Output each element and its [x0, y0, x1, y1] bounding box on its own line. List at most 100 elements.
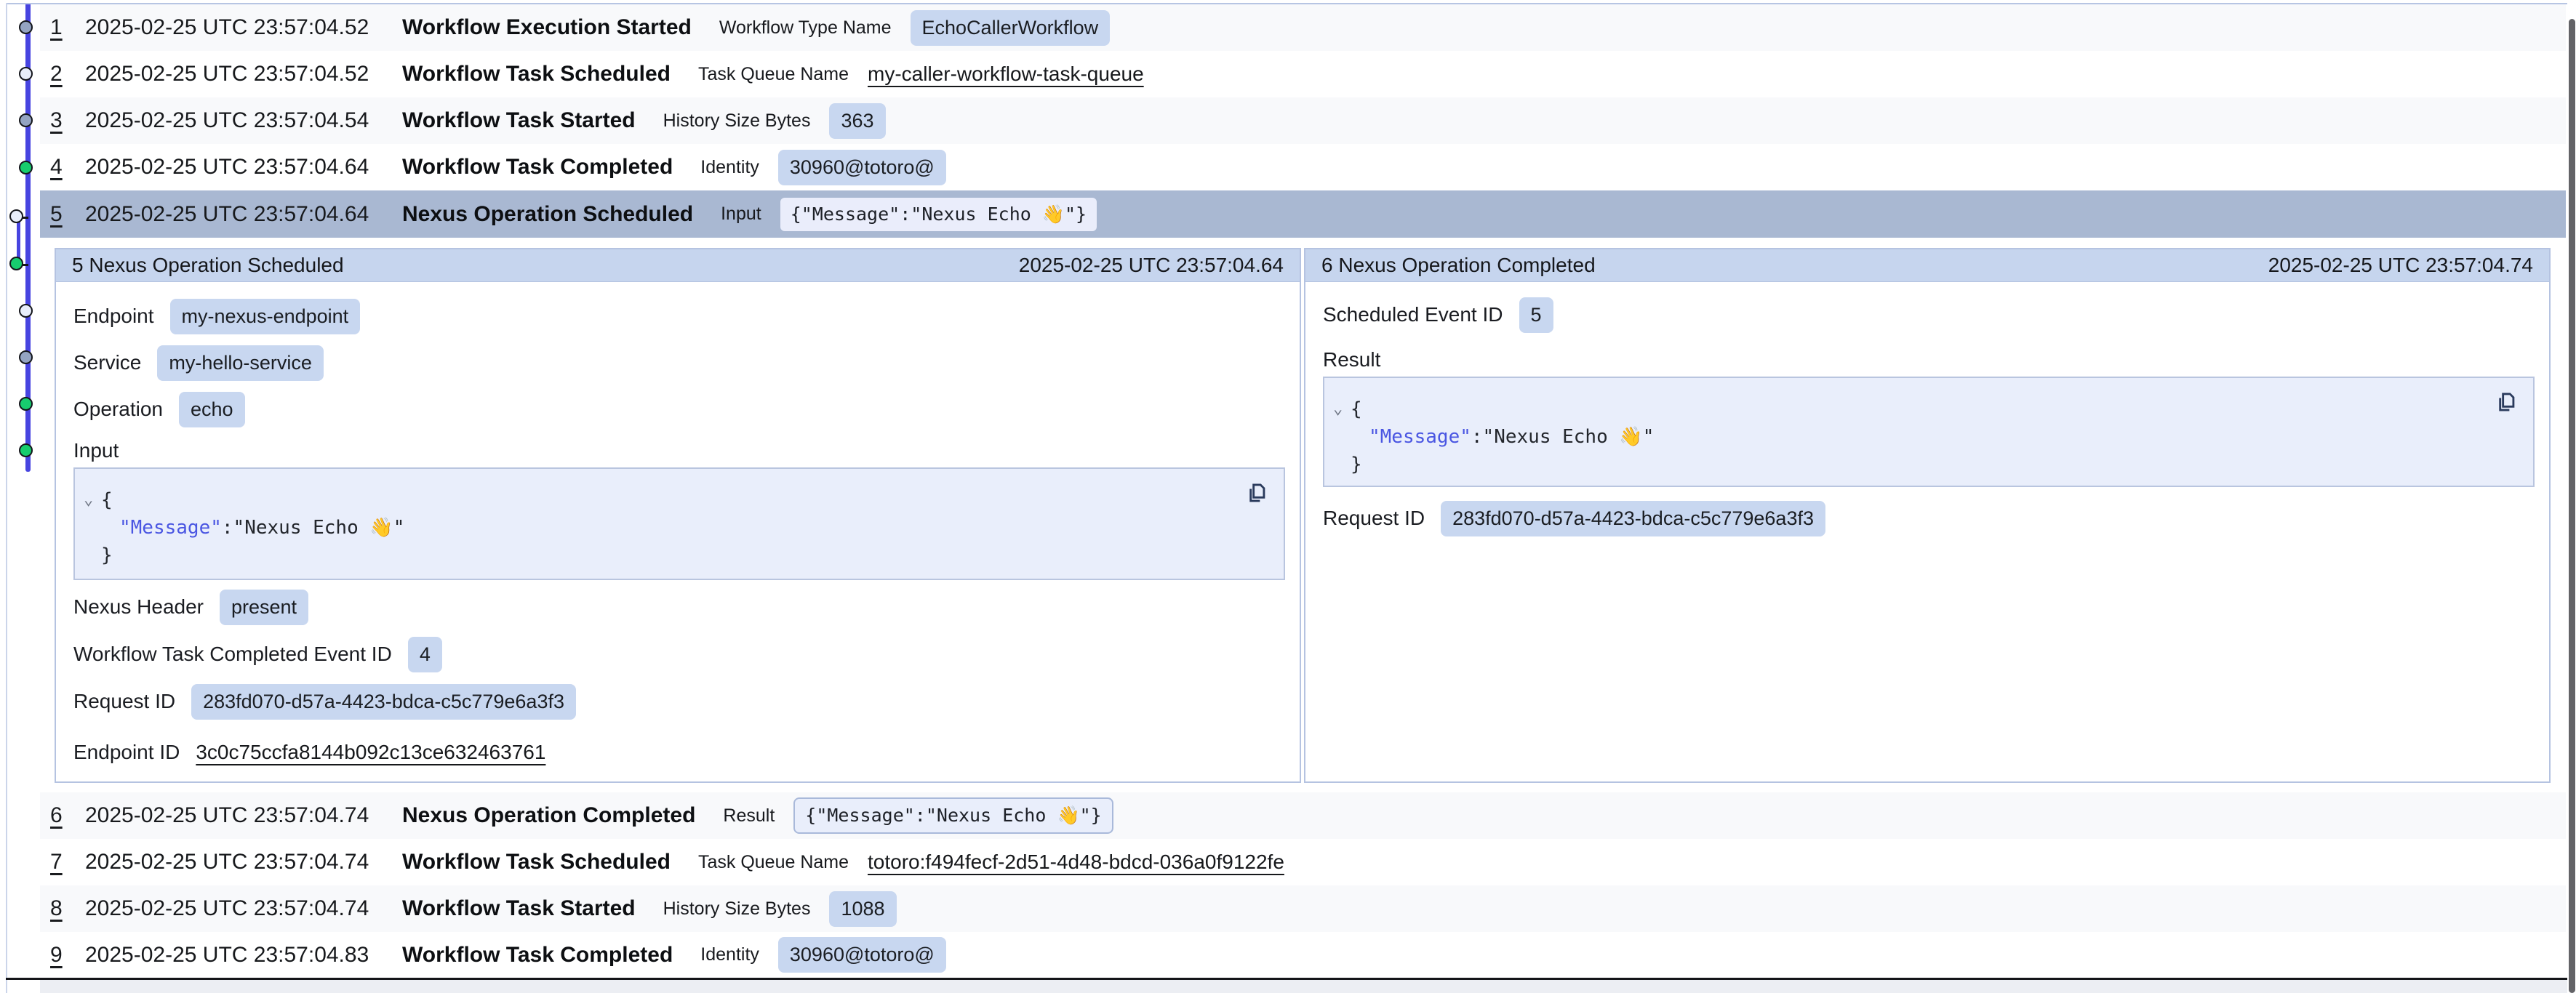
event-row-1[interactable]: 1 2025-02-25 UTC 23:57:04.52 Workflow Ex…	[40, 4, 2566, 51]
event-detail-label: Task Queue Name	[698, 852, 849, 873]
event-detail-badge: 30960@totoro@	[778, 150, 946, 185]
event-row-2[interactable]: 2 2025-02-25 UTC 23:57:04.52 Workflow Ta…	[40, 51, 2566, 97]
task-queue-link[interactable]: totoro:f494fecf-2d51-4d48-bdcd-036a0f912…	[868, 851, 1284, 874]
event-detail-label: Identity	[700, 157, 759, 178]
event-id-link[interactable]: 2	[50, 62, 75, 87]
card-timestamp: 2025-02-25 UTC 23:57:04.64	[1019, 254, 1284, 277]
event-id-link[interactable]: 3	[50, 108, 75, 133]
field-endpoint: Endpoint my-nexus-endpoint	[73, 298, 360, 334]
field-badge: my-hello-service	[157, 345, 324, 381]
event-timestamp: 2025-02-25 UTC 23:57:04.64	[85, 155, 402, 180]
field-service: Service my-hello-service	[73, 345, 324, 381]
nexus-operation-completed-card: 6 Nexus Operation Completed 2025-02-25 U…	[1304, 248, 2551, 783]
field-operation: Operation echo	[73, 391, 245, 427]
field-label: Nexus Header	[73, 595, 204, 619]
copy-icon[interactable]	[1244, 479, 1272, 507]
json-key: "Message"	[119, 514, 222, 542]
field-badge: 283fd070-d57a-4423-bdca-c5c779e6a3f3	[191, 684, 576, 720]
timeline-dot-5-branch	[9, 209, 23, 223]
collapse-chevron-icon[interactable]: ⌄	[84, 486, 101, 514]
event-type: Workflow Task Scheduled	[402, 62, 671, 87]
event-detail-label: Input	[721, 204, 761, 225]
event-timestamp: 2025-02-25 UTC 23:57:04.83	[85, 943, 402, 968]
event-detail-label: Result	[723, 805, 775, 827]
json-value: "Nexus Echo 👋"	[233, 514, 405, 542]
json-line-message: "Message": "Nexus Echo 👋"	[75, 514, 1284, 542]
event-id-link[interactable]: 5	[50, 202, 75, 227]
event-timestamp: 2025-02-25 UTC 23:57:04.52	[85, 62, 402, 87]
json-value: "Nexus Echo 👋"	[1483, 423, 1655, 451]
json-line-open: ⌄ {	[75, 486, 1284, 514]
field-label: Scheduled Event ID	[1323, 303, 1503, 326]
timeline-dot-1	[19, 20, 33, 34]
field-badge: 5	[1519, 297, 1553, 333]
nexus-operation-scheduled-card: 5 Nexus Operation Scheduled 2025-02-25 U…	[55, 248, 1301, 783]
input-json-viewer: ⌄ { "Message": "Nexus Echo 👋" }	[73, 467, 1285, 580]
timeline-dot-2	[19, 67, 33, 81]
event-detail-label: Identity	[700, 944, 759, 965]
collapse-chevron-icon[interactable]: ⌄	[1333, 395, 1351, 423]
event-id-link[interactable]: 9	[50, 943, 75, 968]
field-request-id: Request ID 283fd070-d57a-4423-bdca-c5c77…	[73, 683, 576, 720]
card-title: 6 Nexus Operation Completed	[1321, 254, 1596, 277]
event-type: Nexus Operation Completed	[402, 803, 695, 828]
json-line-close: }	[1324, 451, 2533, 478]
card-header: 5 Nexus Operation Scheduled 2025-02-25 U…	[56, 249, 1300, 282]
event-type: Workflow Task Scheduled	[402, 850, 671, 875]
event-row-8[interactable]: 8 2025-02-25 UTC 23:57:04.74 Workflow Ta…	[40, 885, 2566, 932]
event-row-9[interactable]: 9 2025-02-25 UTC 23:57:04.83 Workflow Ta…	[40, 932, 2566, 978]
event-id-link[interactable]: 1	[50, 15, 75, 40]
task-queue-link[interactable]: my-caller-workflow-task-queue	[868, 63, 1144, 86]
field-badge: echo	[179, 392, 245, 427]
field-badge: my-nexus-endpoint	[170, 299, 361, 334]
event-timestamp: 2025-02-25 UTC 23:57:04.52	[85, 15, 402, 40]
vertical-scrollbar[interactable]	[2569, 19, 2575, 993]
field-label: Endpoint ID	[73, 741, 180, 764]
event-detail-label: History Size Bytes	[663, 898, 811, 920]
event-detail-label: Task Queue Name	[698, 64, 849, 85]
event-timestamp: 2025-02-25 UTC 23:57:04.74	[85, 803, 402, 828]
field-label: Result	[1323, 348, 1380, 371]
json-line-open: ⌄ {	[1324, 395, 2533, 423]
field-wtc-event-id: Workflow Task Completed Event ID 4	[73, 636, 442, 672]
event-id-link[interactable]: 6	[50, 803, 75, 828]
json-open-brace: {	[1351, 395, 1362, 423]
copy-icon[interactable]	[2494, 388, 2521, 416]
event-timestamp: 2025-02-25 UTC 23:57:04.54	[85, 108, 402, 133]
json-open-brace: {	[101, 486, 113, 514]
timeline-dot-3	[19, 113, 33, 127]
event-row-5-selected[interactable]: 5 2025-02-25 UTC 23:57:04.64 Nexus Opera…	[40, 190, 2566, 238]
event-input-code-badge: {"Message":"Nexus Echo 👋"}	[780, 198, 1097, 231]
event-id-link[interactable]: 4	[50, 155, 75, 180]
card-timestamp: 2025-02-25 UTC 23:57:04.74	[2268, 254, 2533, 277]
timeline-dot-4	[19, 161, 33, 174]
field-label: Request ID	[1323, 507, 1425, 530]
event-row-7[interactable]: 7 2025-02-25 UTC 23:57:04.74 Workflow Ta…	[40, 839, 2566, 885]
event-timestamp: 2025-02-25 UTC 23:57:04.64	[85, 202, 402, 227]
field-request-id: Request ID 283fd070-d57a-4423-bdca-c5c77…	[1323, 500, 1825, 536]
event-row-6[interactable]: 6 2025-02-25 UTC 23:57:04.74 Nexus Opera…	[40, 792, 2566, 839]
field-label: Input	[73, 439, 119, 462]
field-nexus-header: Nexus Header present	[73, 589, 308, 625]
event-row-4[interactable]: 4 2025-02-25 UTC 23:57:04.64 Workflow Ta…	[40, 144, 2566, 190]
field-badge: present	[220, 590, 308, 625]
json-line-message: "Message": "Nexus Echo 👋"	[1324, 423, 2533, 451]
field-endpoint-id: Endpoint ID 3c0c75ccfa8144b092c13ce63246…	[73, 734, 545, 771]
endpoint-id-link[interactable]: 3c0c75ccfa8144b092c13ce632463761	[196, 741, 545, 764]
timeline-dot-10	[19, 443, 33, 457]
json-close-brace: }	[101, 542, 113, 569]
event-detail-badge: EchoCallerWorkflow	[911, 10, 1111, 46]
event-id-link[interactable]: 7	[50, 850, 75, 875]
json-close-brace: }	[1351, 451, 1362, 478]
field-label: Service	[73, 351, 141, 374]
field-label: Endpoint	[73, 305, 154, 328]
event-detail-label: Workflow Type Name	[719, 17, 892, 39]
event-id-link[interactable]: 8	[50, 896, 75, 921]
json-colon: :	[222, 514, 233, 542]
timeline-dot-6-branch	[9, 257, 23, 270]
event-type: Workflow Task Started	[402, 896, 636, 921]
result-json-viewer: ⌄ { "Message": "Nexus Echo 👋" }	[1323, 377, 2535, 487]
event-timestamp: 2025-02-25 UTC 23:57:04.74	[85, 896, 402, 921]
event-type: Workflow Task Completed	[402, 155, 673, 180]
event-row-3[interactable]: 3 2025-02-25 UTC 23:57:04.54 Workflow Ta…	[40, 97, 2566, 144]
